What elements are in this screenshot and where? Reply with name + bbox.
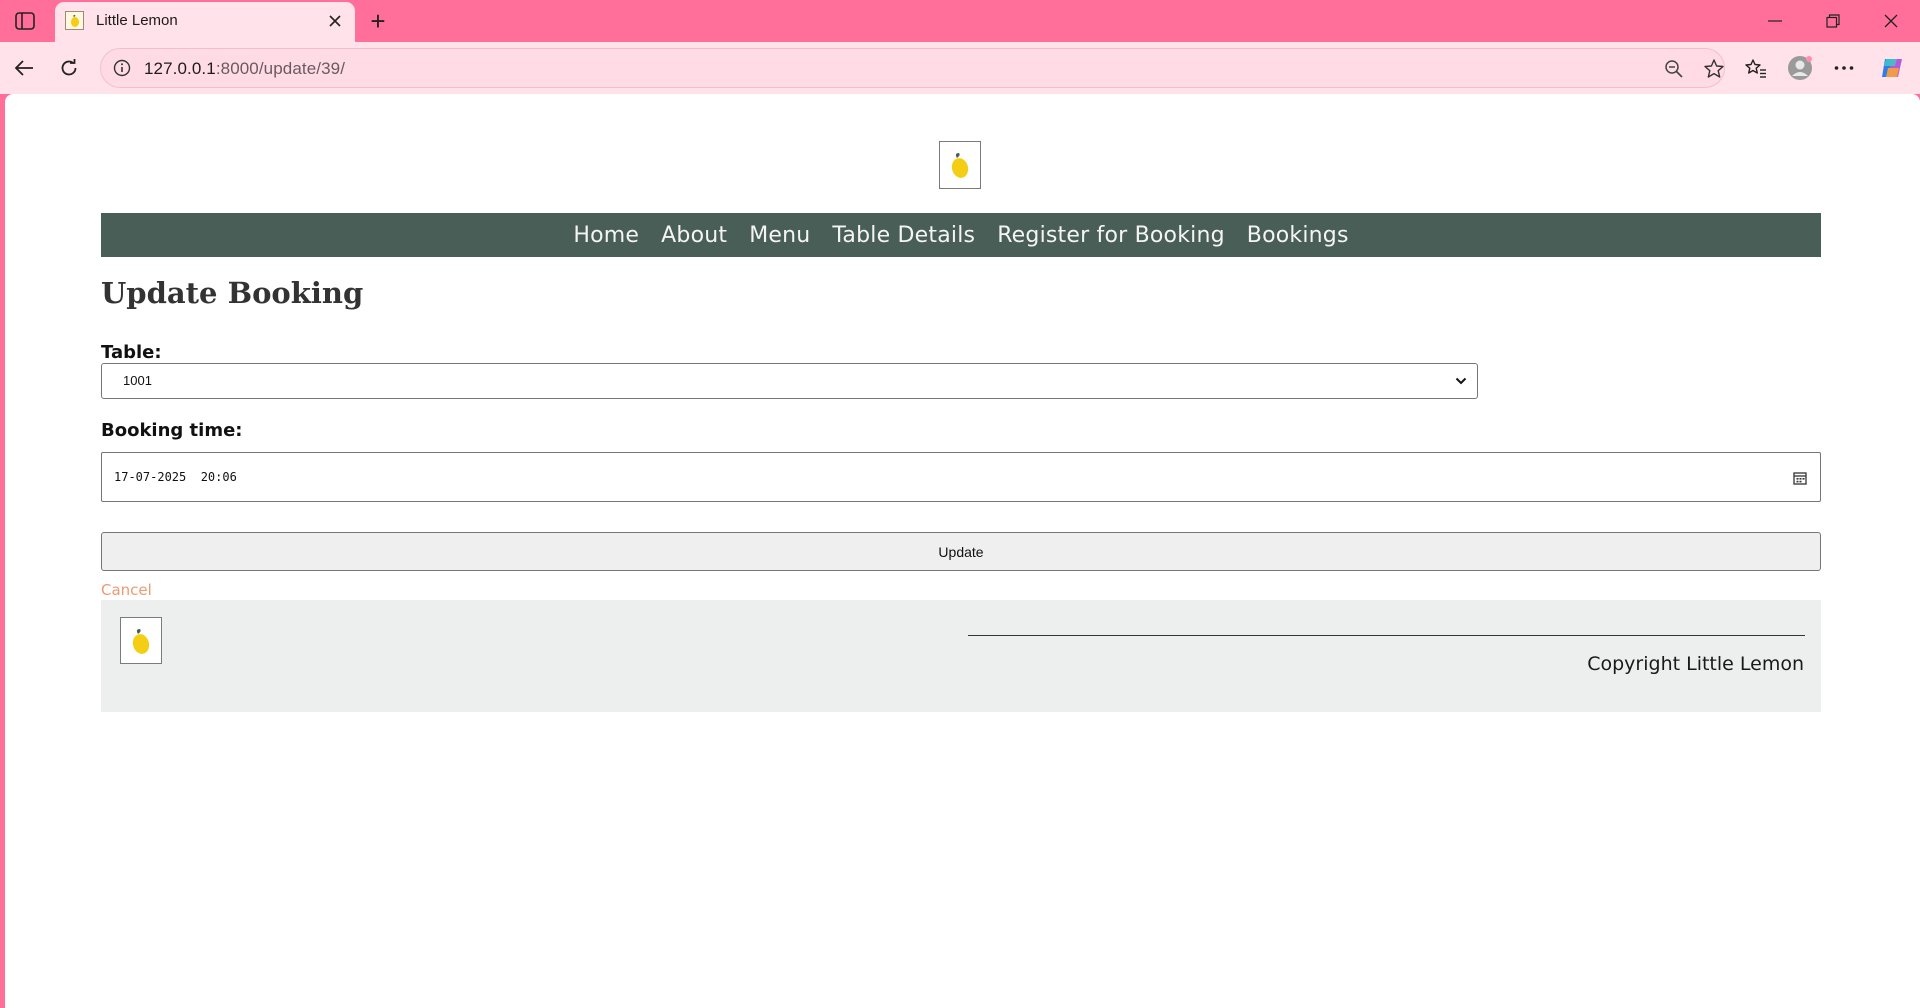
chevron-down-icon xyxy=(1454,374,1468,388)
nav-link-home[interactable]: Home xyxy=(562,223,650,248)
site-info-icon[interactable] xyxy=(112,58,132,78)
tab-actions-icon[interactable] xyxy=(12,9,38,33)
back-icon[interactable] xyxy=(8,52,40,84)
close-window-icon[interactable] xyxy=(1868,5,1914,37)
footer-divider xyxy=(968,635,1805,636)
copilot-icon[interactable] xyxy=(1876,52,1908,84)
booking-time-input[interactable]: 17-07-2025 20:06 xyxy=(101,452,1821,502)
nav-link-table-details[interactable]: Table Details xyxy=(821,223,986,248)
url-host: 127.0.0.1 xyxy=(144,59,216,78)
nav-link-bookings[interactable]: Bookings xyxy=(1236,223,1360,248)
copyright-text: Copyright Little Lemon xyxy=(1587,653,1804,675)
tab-title: Little Lemon xyxy=(96,12,178,29)
booking-time-label: Booking time: xyxy=(101,420,243,441)
url-path: :8000/update/39/ xyxy=(215,59,346,78)
minimize-icon[interactable] xyxy=(1752,5,1798,37)
close-tab-icon[interactable] xyxy=(323,9,347,33)
footer-logo xyxy=(120,617,162,664)
lemon-icon xyxy=(65,11,84,30)
refresh-icon[interactable] xyxy=(53,52,85,84)
nav-link-register-for-booking[interactable]: Register for Booking xyxy=(986,223,1236,248)
favorite-star-icon[interactable] xyxy=(1702,57,1726,81)
cancel-link[interactable]: Cancel xyxy=(101,581,152,599)
new-tab-button[interactable]: + xyxy=(364,7,392,35)
restore-icon[interactable] xyxy=(1810,5,1856,37)
page-viewport: Home About Menu Table Details Register f… xyxy=(5,94,1920,1008)
table-select[interactable]: 1001 xyxy=(101,363,1478,399)
profile-avatar-icon[interactable] xyxy=(1784,52,1816,84)
page-footer: Copyright Little Lemon xyxy=(101,600,1821,712)
url-text[interactable]: 127.0.0.1:8000/update/39/ xyxy=(144,59,345,79)
table-label: Table: xyxy=(101,342,162,363)
calendar-icon[interactable] xyxy=(1792,470,1808,486)
main-navigation: Home About Menu Table Details Register f… xyxy=(101,213,1821,257)
address-bar[interactable]: 127.0.0.1:8000/update/39/ xyxy=(100,48,1725,88)
page-title: Update Booking xyxy=(101,276,364,310)
favorites-icon[interactable] xyxy=(1740,52,1772,84)
update-button[interactable]: Update xyxy=(101,532,1821,571)
table-select-value: 1001 xyxy=(123,373,152,388)
browser-tab[interactable]: Little Lemon xyxy=(55,2,355,42)
nav-link-menu[interactable]: Menu xyxy=(738,223,821,248)
nav-link-about[interactable]: About xyxy=(650,223,738,248)
site-logo[interactable] xyxy=(939,141,981,189)
more-options-icon[interactable] xyxy=(1828,52,1860,84)
browser-toolbar: 127.0.0.1:8000/update/39/ xyxy=(0,42,1920,94)
browser-tab-bar: Little Lemon + xyxy=(0,0,1920,42)
booking-time-value: 17-07-2025 20:06 xyxy=(114,470,237,484)
zoom-icon[interactable] xyxy=(1662,57,1686,81)
